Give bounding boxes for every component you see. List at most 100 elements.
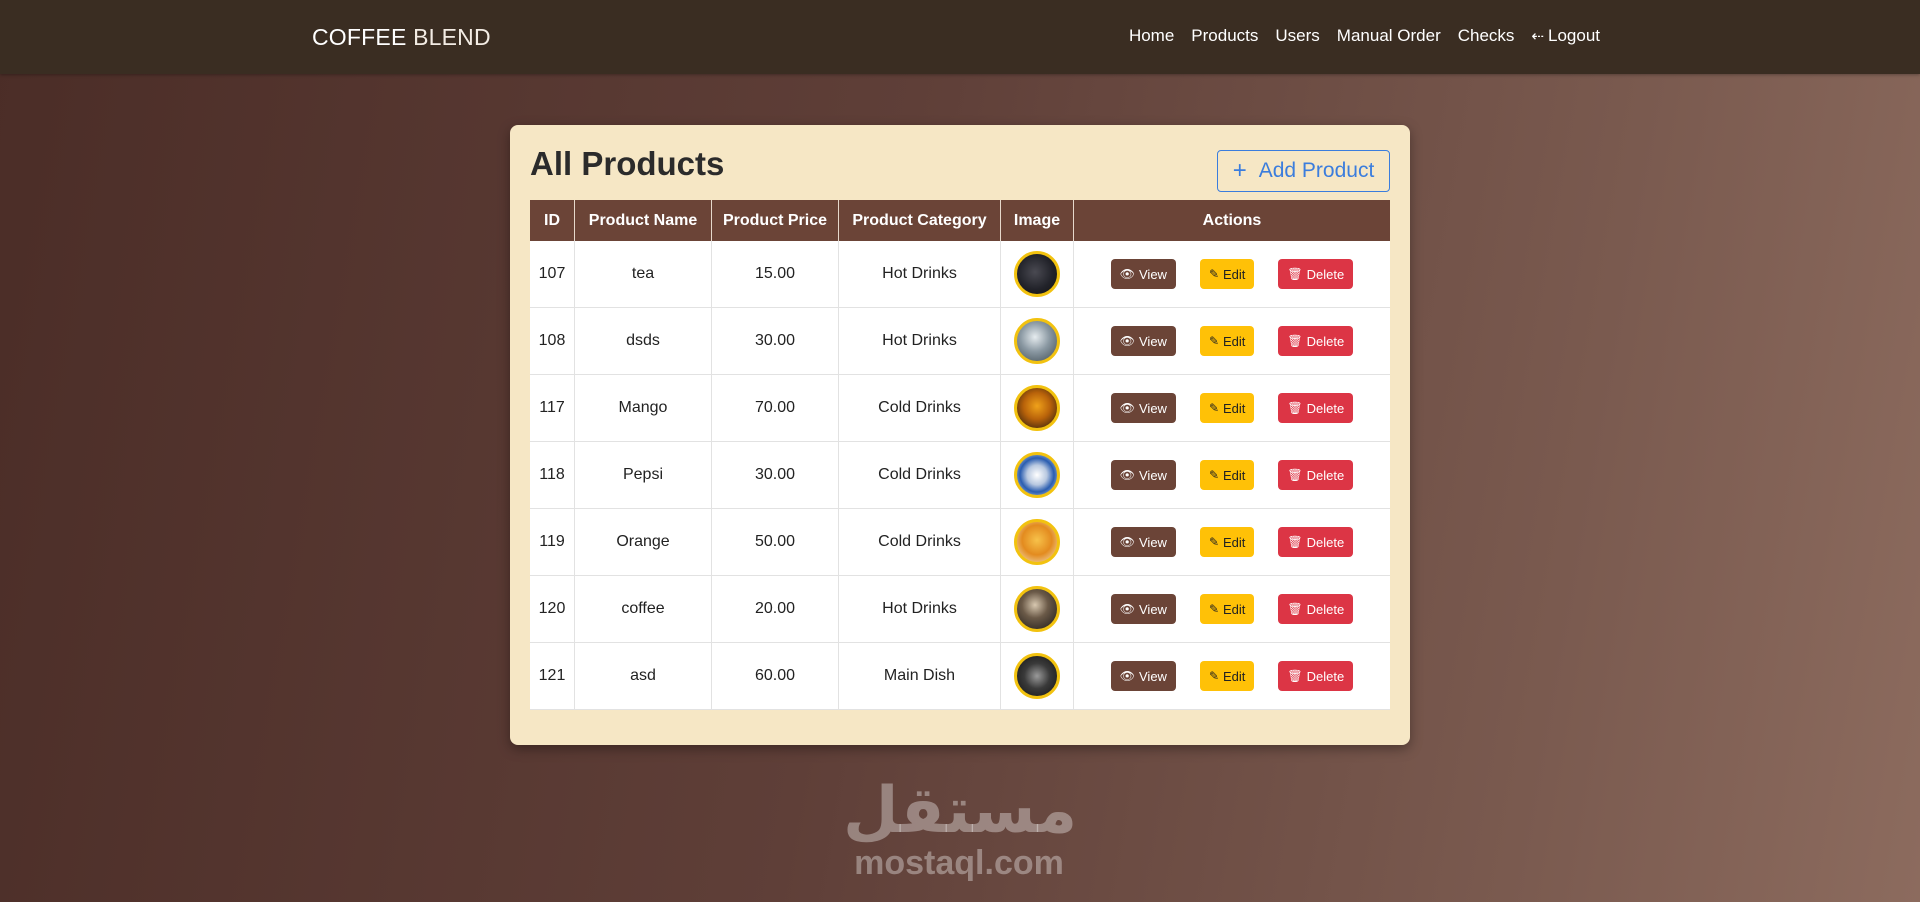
edit-button[interactable]: ✎ Edit xyxy=(1199,326,1255,356)
brand-part1: COFFEE xyxy=(312,24,407,50)
add-product-button[interactable]: + Add Product xyxy=(1217,150,1390,192)
view-button[interactable]: 👁 View xyxy=(1110,460,1176,490)
delete-button[interactable]: 🗑 Delete xyxy=(1278,661,1354,691)
delete-button[interactable]: 🗑 Delete xyxy=(1278,393,1354,423)
cell-image xyxy=(1000,307,1074,375)
cell-actions: 👁 View ✎ Edit 🗑 Delete xyxy=(1073,508,1390,576)
nav-link-checks[interactable]: Checks xyxy=(1458,26,1515,46)
product-thumbnail xyxy=(1014,318,1060,364)
nav-link-logout[interactable]: ⇠ Logout xyxy=(1531,26,1600,46)
eye-icon: 👁 xyxy=(1119,401,1135,415)
row-actions: 👁 View ✎ Edit 🗑 Delete xyxy=(1082,460,1382,490)
delete-button[interactable]: 🗑 Delete xyxy=(1278,460,1354,490)
view-button[interactable]: 👁 View xyxy=(1110,661,1176,691)
edit-button[interactable]: ✎ Edit xyxy=(1199,259,1255,289)
row-actions: 👁 View ✎ Edit 🗑 Delete xyxy=(1082,527,1382,557)
edit-button[interactable]: ✎ Edit xyxy=(1199,527,1255,557)
cell-product-price: 60.00 xyxy=(711,642,839,710)
cell-product-price: 20.00 xyxy=(711,575,839,643)
delete-label: Delete xyxy=(1306,333,1345,349)
view-label: View xyxy=(1139,400,1167,416)
view-button[interactable]: 👁 View xyxy=(1110,594,1176,624)
trash-icon: 🗑 xyxy=(1287,468,1303,482)
delete-label: Delete xyxy=(1306,266,1345,282)
edit-button[interactable]: ✎ Edit xyxy=(1199,661,1255,691)
cell-product-price: 30.00 xyxy=(711,441,839,509)
table-row: 120 coffee 20.00 Hot Drinks 👁 View ✎ Edi… xyxy=(530,575,1390,643)
delete-label: Delete xyxy=(1306,400,1345,416)
cell-image xyxy=(1000,441,1074,509)
edit-button[interactable]: ✎ Edit xyxy=(1199,594,1255,624)
nav-link-manual-order[interactable]: Manual Order xyxy=(1337,26,1441,46)
trash-icon: 🗑 xyxy=(1287,267,1303,281)
product-thumbnail xyxy=(1014,385,1060,431)
edit-button[interactable]: ✎ Edit xyxy=(1199,460,1255,490)
cell-id: 119 xyxy=(530,508,575,576)
view-button[interactable]: 👁 View xyxy=(1110,393,1176,423)
edit-label: Edit xyxy=(1223,400,1246,416)
cell-product-category: Main Dish xyxy=(838,642,1001,710)
cell-id: 120 xyxy=(530,575,575,643)
cell-product-name: coffee xyxy=(574,575,712,643)
cell-product-name: dsds xyxy=(574,307,712,375)
cell-product-price: 70.00 xyxy=(711,374,839,442)
cell-actions: 👁 View ✎ Edit 🗑 Delete xyxy=(1073,374,1390,442)
page-title: All Products xyxy=(530,145,725,182)
cell-actions: 👁 View ✎ Edit 🗑 Delete xyxy=(1073,307,1390,375)
navbar: COFFEE BLEND Home Products Users Manual … xyxy=(0,0,1920,74)
products-table: ID Product Name Product Price Product Ca… xyxy=(530,200,1390,710)
edit-button[interactable]: ✎ Edit xyxy=(1199,393,1255,423)
trash-icon: 🗑 xyxy=(1287,334,1303,348)
view-button[interactable]: 👁 View xyxy=(1110,259,1176,289)
watermark: مستقل mostaql.com xyxy=(843,774,1078,881)
logout-label: Logout xyxy=(1548,26,1600,45)
delete-button[interactable]: 🗑 Delete xyxy=(1278,326,1354,356)
cell-product-category: Cold Drinks xyxy=(838,508,1001,576)
delete-button[interactable]: 🗑 Delete xyxy=(1278,594,1354,624)
delete-label: Delete xyxy=(1306,668,1345,684)
cell-actions: 👁 View ✎ Edit 🗑 Delete xyxy=(1073,575,1390,643)
nav-link-home[interactable]: Home xyxy=(1129,26,1174,46)
edit-label: Edit xyxy=(1223,534,1246,550)
pencil-icon: ✎ xyxy=(1208,535,1220,549)
view-button[interactable]: 👁 View xyxy=(1110,326,1176,356)
view-label: View xyxy=(1139,333,1167,349)
brand-logo[interactable]: COFFEE BLEND xyxy=(312,24,491,51)
pencil-icon: ✎ xyxy=(1208,669,1220,683)
edit-label: Edit xyxy=(1223,467,1246,483)
header-product-category: Product Category xyxy=(838,200,1001,241)
view-label: View xyxy=(1139,601,1167,617)
row-actions: 👁 View ✎ Edit 🗑 Delete xyxy=(1082,259,1382,289)
cell-id: 108 xyxy=(530,307,575,375)
view-label: View xyxy=(1139,534,1167,550)
cell-image xyxy=(1000,374,1074,442)
table-body: 107 tea 15.00 Hot Drinks 👁 View ✎ Edit 🗑… xyxy=(530,241,1390,710)
product-thumbnail xyxy=(1014,519,1060,565)
delete-button[interactable]: 🗑 Delete xyxy=(1278,259,1354,289)
delete-button[interactable]: 🗑 Delete xyxy=(1278,527,1354,557)
pencil-icon: ✎ xyxy=(1208,267,1220,281)
cell-actions: 👁 View ✎ Edit 🗑 Delete xyxy=(1073,642,1390,710)
edit-label: Edit xyxy=(1223,668,1246,684)
table-row: 108 dsds 30.00 Hot Drinks 👁 View ✎ Edit … xyxy=(530,307,1390,375)
cell-product-name: asd xyxy=(574,642,712,710)
view-label: View xyxy=(1139,266,1167,282)
delete-label: Delete xyxy=(1306,601,1345,617)
edit-label: Edit xyxy=(1223,266,1246,282)
cell-actions: 👁 View ✎ Edit 🗑 Delete xyxy=(1073,441,1390,509)
cell-product-name: tea xyxy=(574,241,712,308)
cell-image xyxy=(1000,508,1074,576)
watermark-arabic: مستقل xyxy=(843,774,1078,846)
eye-icon: 👁 xyxy=(1119,535,1135,549)
header-actions: Actions xyxy=(1073,200,1390,241)
eye-icon: 👁 xyxy=(1119,334,1135,348)
nav-link-products[interactable]: Products xyxy=(1191,26,1258,46)
table-row: 119 Orange 50.00 Cold Drinks 👁 View ✎ Ed… xyxy=(530,508,1390,576)
cell-id: 121 xyxy=(530,642,575,710)
nav-link-users[interactable]: Users xyxy=(1275,26,1319,46)
edit-label: Edit xyxy=(1223,333,1246,349)
eye-icon: 👁 xyxy=(1119,602,1135,616)
table-row: 107 tea 15.00 Hot Drinks 👁 View ✎ Edit 🗑… xyxy=(530,241,1390,308)
cell-product-category: Hot Drinks xyxy=(838,307,1001,375)
view-button[interactable]: 👁 View xyxy=(1110,527,1176,557)
